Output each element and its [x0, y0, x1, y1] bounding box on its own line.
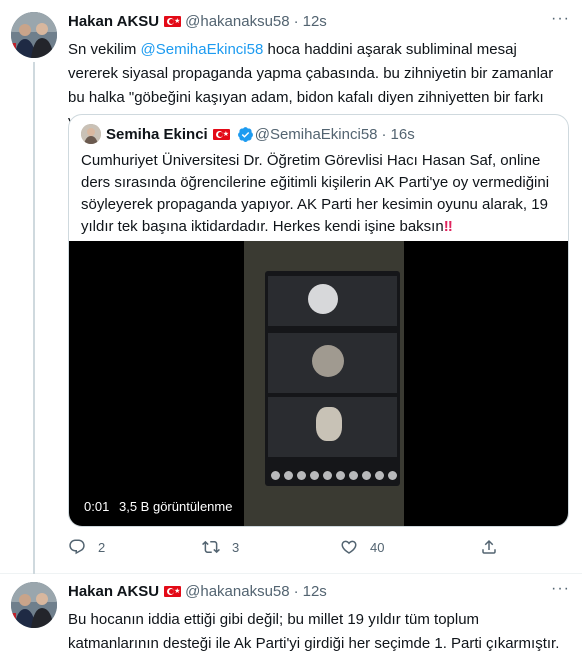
separator: ·	[381, 125, 387, 143]
double-exclamation-emoji: ‼	[443, 218, 453, 235]
tweet-text: Bu hocanın iddia ettiği gibi değil; bu m…	[68, 611, 560, 652]
verified-badge-icon	[237, 126, 254, 143]
quoted-timestamp[interactable]: 16s	[391, 126, 415, 143]
tweet-text-prefix: Sn vekilim	[68, 41, 141, 58]
more-options-icon[interactable]: ···	[551, 10, 570, 28]
reply-button[interactable]: 2	[68, 538, 105, 556]
thread-line	[33, 62, 35, 574]
avatar[interactable]	[11, 12, 57, 58]
participant-tile	[268, 276, 397, 326]
tweet-header: Hakan AKSU ★ @hakanaksu58 · 12s	[68, 583, 327, 600]
quoted-author-handle[interactable]: @SemihaEkinci58	[255, 126, 378, 143]
tweet[interactable]: Hakan AKSU ★ @hakanaksu58 · 12s ··· Bu h…	[0, 575, 582, 657]
retweet-count: 3	[232, 539, 240, 555]
quoted-tweet-header: Semiha Ekinci ★ @SemihaEkinci58 · 16s	[81, 124, 415, 144]
tweet-header: Hakan AKSU ★ @hakanaksu58 · 12s	[68, 13, 327, 30]
heart-icon	[341, 540, 357, 554]
quoted-tweet[interactable]: Semiha Ekinci ★ @SemihaEkinci58 · 16s Cu…	[68, 114, 569, 527]
turkey-flag-icon: ★	[164, 586, 182, 597]
author-handle[interactable]: @hakanaksu58	[185, 583, 289, 600]
video-elapsed-time: 0:01	[84, 499, 110, 514]
tweet[interactable]: Hakan AKSU ★ @hakanaksu58 · 12s ··· Sn v…	[0, 0, 582, 574]
share-icon	[482, 539, 496, 554]
avatar[interactable]	[11, 582, 57, 628]
author-name[interactable]: Hakan AKSU	[68, 583, 159, 600]
turkey-flag-icon: ★	[164, 16, 182, 27]
reply-count: 2	[98, 539, 106, 555]
separator: ·	[293, 583, 299, 600]
like-count: 40	[370, 539, 385, 555]
timestamp[interactable]: 12s	[303, 583, 327, 600]
participant-tile	[268, 333, 397, 393]
reply-icon	[69, 539, 85, 555]
author-name[interactable]: Hakan AKSU	[68, 13, 159, 30]
call-toolbar	[271, 471, 397, 480]
retweet-button[interactable]: 3	[202, 538, 239, 556]
retweet-icon	[202, 540, 220, 554]
video-frame	[244, 241, 404, 526]
quoted-tweet-text: Cumhuriyet Üniversitesi Dr. Öğretim Göre…	[81, 150, 559, 238]
more-options-icon[interactable]: ···	[551, 580, 570, 598]
author-handle[interactable]: @hakanaksu58	[185, 13, 289, 30]
like-button[interactable]: 40	[340, 538, 384, 556]
tweet-actions: 2 3 40	[68, 538, 498, 562]
timestamp[interactable]: 12s	[303, 13, 327, 30]
participant-tile	[268, 397, 397, 457]
turkey-flag-icon: ★	[212, 128, 230, 140]
separator: ·	[293, 13, 299, 30]
video-view-count: 3,5 B görüntülenme	[119, 499, 233, 514]
share-button[interactable]	[480, 538, 510, 556]
video-call-screen	[265, 271, 400, 486]
quoted-text-body: Cumhuriyet Üniversitesi Dr. Öğretim Göre…	[81, 152, 550, 235]
quoted-avatar[interactable]	[81, 124, 101, 144]
mention-link[interactable]: @SemihaEkinci58	[141, 41, 264, 58]
quoted-author-name[interactable]: Semiha Ekinci	[106, 126, 208, 143]
video-player[interactable]: 0:01 3,5 B görüntülenme	[69, 241, 568, 526]
